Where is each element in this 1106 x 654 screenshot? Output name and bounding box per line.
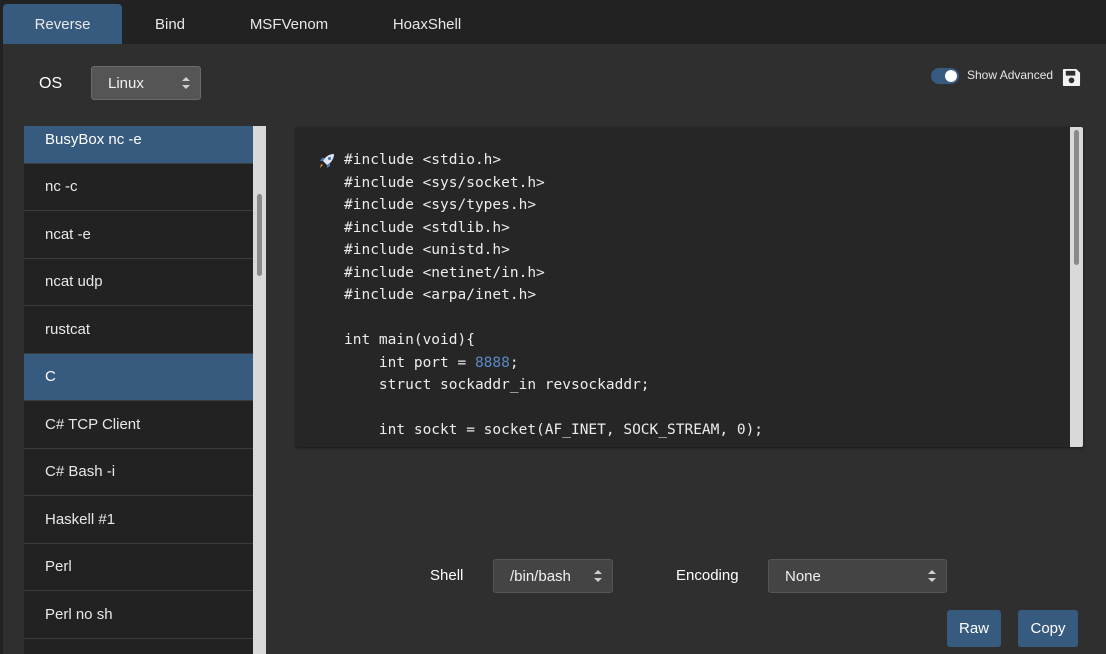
tab-reverse[interactable]: Reverse [3,4,122,44]
select-arrows-icon [182,77,190,89]
show-advanced-label: Show Advanced [967,68,1054,82]
select-arrows-icon [594,570,602,582]
code-scrollbar[interactable] [1070,127,1083,447]
reverse-panel: OS Linux Show Advanced BusyBox nc -e nc -… [3,44,1106,654]
encoding-select-value: None [785,567,821,585]
list-item[interactable]: ncat udp [24,258,253,306]
save-icon[interactable] [1062,68,1081,87]
code-scrollbar-thumb[interactable] [1074,130,1079,265]
os-select[interactable]: Linux [91,66,201,100]
show-advanced-toggle[interactable] [931,68,959,84]
list-item[interactable]: C# Bash -i [24,448,253,496]
code-line: #include <stdio.h> [344,152,502,168]
list-scrollbar-thumb[interactable] [257,194,262,276]
shell-type-list: BusyBox nc -e nc -c ncat -e ncat udp rustcat… [24,126,253,654]
list-item[interactable]: rustcat [24,306,253,354]
code-line: #include <arpa/inet.h> [344,287,537,303]
select-arrows-icon [928,570,936,582]
encoding-label: Encoding [676,567,739,584]
tab-bar: Reverse Bind MSFVenom HoaxShell [0,0,1106,44]
code-line: #include <unistd.h> [344,242,510,258]
code-line: #include <netinet/in.h> [344,264,545,281]
code-line: struct sockaddr_in revsockaddr; [344,377,650,393]
list-item[interactable]: Haskell #1 [24,496,253,544]
shell-label: Shell [430,567,464,584]
encoding-select[interactable]: None [768,559,947,593]
tab-msfvenom[interactable]: MSFVenom [218,4,360,44]
list-item[interactable]: ncat -e [24,211,253,259]
tab-hoaxshell[interactable]: HoaxShell [360,4,494,44]
copy-button[interactable]: Copy [1018,610,1078,647]
port-number: 8888 [474,354,510,371]
os-label: OS [39,75,63,92]
tab-bind[interactable]: Bind [122,4,218,44]
os-select-value: Linux [108,74,144,92]
code-line: #include <sys/types.h> [344,197,537,213]
code-block: #include <stdio.h> #include <sys/socket.… [344,149,763,442]
list-scrollbar[interactable] [253,126,266,654]
shell-select-value: /bin/bash [510,567,571,585]
toggle-knob [945,70,957,82]
list-item[interactable]: C [24,353,253,401]
code-output: #include <stdio.h> #include <sys/socket.… [296,127,1083,447]
code-punctuation: ; [509,354,519,371]
rocket-icon [320,154,334,168]
code-line: int sockt = socket(AF_INET, SOCK_STREAM,… [344,422,764,438]
code-line: int main(void){ [344,332,475,348]
code-line: #include <sys/socket.h> [344,174,545,191]
shell-select[interactable]: /bin/bash [493,559,613,593]
code-line: int port = [344,354,475,371]
raw-button[interactable]: Raw [947,610,1001,647]
code-line: #include <stdlib.h> [344,219,510,236]
list-item[interactable]: Perl [24,543,253,591]
list-item[interactable]: C# TCP Client [24,401,253,449]
list-item[interactable]: nc -c [24,163,253,211]
list-item[interactable]: BusyBox nc -e [24,126,253,164]
list-item[interactable]: Perl no sh [24,591,253,639]
